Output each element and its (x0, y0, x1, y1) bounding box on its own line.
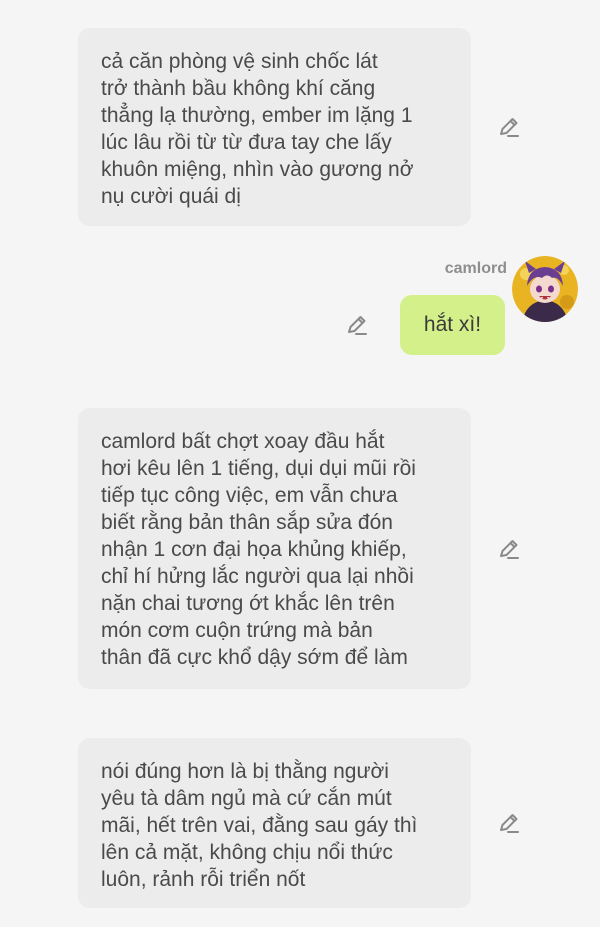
pencil-icon[interactable] (497, 811, 521, 835)
author-name: camlord (444, 260, 507, 277)
pencil-icon[interactable] (345, 313, 369, 337)
message-bubble[interactable]: cả căn phòng vệ sinh chốc lát trở thành … (78, 28, 471, 226)
chat-thread: cả căn phòng vệ sinh chốc lát trở thành … (0, 0, 600, 927)
message-bubble[interactable]: camlord bất chợt xoay đầu hắt hơi kêu lê… (78, 408, 471, 689)
pencil-icon[interactable] (497, 115, 521, 139)
avatar[interactable] (512, 256, 578, 322)
message-bubble[interactable]: hắt xì! (400, 295, 505, 355)
pencil-icon[interactable] (497, 537, 521, 561)
message-bubble[interactable]: nói đúng hơn là bị thằng người yêu tà dâ… (78, 738, 471, 908)
